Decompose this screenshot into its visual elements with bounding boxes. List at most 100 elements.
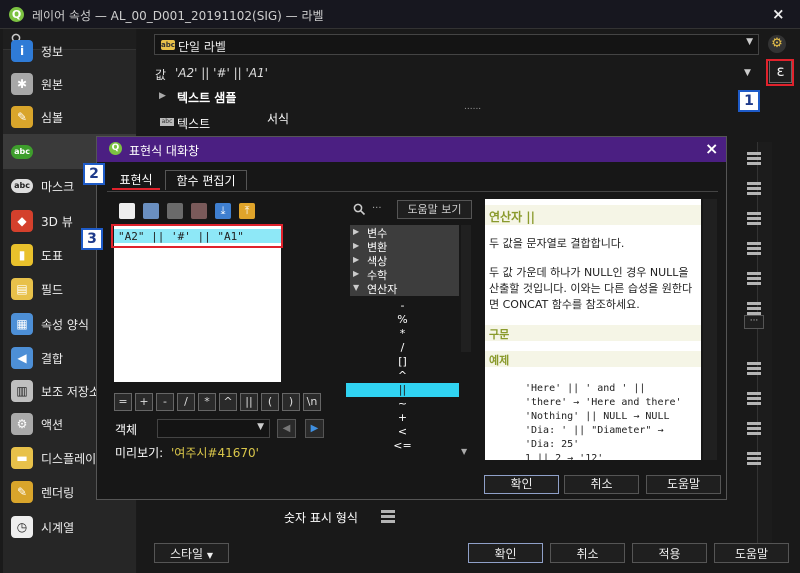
operator-item[interactable]: * — [346, 327, 459, 340]
expression-editor[interactable]: "A2" || '#' || "A1" — [114, 225, 281, 382]
expand-arrow-icon[interactable]: ▶ — [353, 255, 359, 264]
delete-icon[interactable] — [191, 203, 207, 219]
expand-arrow-icon[interactable]: ▶ — [353, 227, 359, 236]
window-close-button[interactable]: × — [772, 5, 785, 23]
operator-button[interactable]: * — [198, 393, 216, 411]
search-more[interactable]: ··· — [372, 203, 382, 214]
operator-item[interactable]: < — [346, 425, 459, 438]
info-icon: i — [11, 40, 33, 62]
previous-feature-button[interactable]: ◀ — [277, 419, 296, 438]
data-defined-override-icon[interactable] — [744, 419, 766, 435]
more-button[interactable]: ··· — [744, 315, 764, 329]
function-search-icon[interactable] — [353, 203, 366, 216]
expand-arrow-icon[interactable]: ▶ — [353, 269, 359, 278]
apply-button[interactable]: 적용 — [632, 543, 707, 563]
operator-item[interactable]: <= — [346, 439, 459, 452]
sidebar-item-label: 정보 — [41, 45, 64, 59]
brush-render-icon: ✎ — [11, 481, 33, 503]
ok-button[interactable]: 확인 — [468, 543, 543, 563]
text-row-label[interactable]: 텍스트 — [177, 115, 210, 132]
operator-item[interactable]: - — [346, 299, 459, 312]
collapse-arrow-icon[interactable]: ▼ — [353, 283, 359, 292]
gear-action-icon: ⚙ — [11, 413, 33, 435]
dialog-help-button[interactable]: 도움말 — [646, 475, 721, 494]
label-mode-combo[interactable]: abc 단일 라벨 ▼ — [154, 34, 759, 55]
sidebar-item-label: 마스크 — [41, 180, 75, 194]
qgis-logo-icon: Q — [9, 7, 24, 22]
sidebar-item-label: 시계열 — [41, 521, 75, 535]
value-expression[interactable]: 'A2' || '#' || 'A1' — [175, 66, 268, 80]
data-defined-override-icon[interactable] — [744, 269, 766, 285]
operator-item[interactable]: || — [346, 383, 459, 396]
object-label: 객체 — [115, 423, 138, 437]
sidebar-item-1[interactable]: i 정보 — [3, 33, 136, 68]
operator-button[interactable]: || — [240, 393, 258, 411]
text-sample-preview: ...... — [464, 102, 482, 112]
window-title: 레이어 속성 — AL_00_D001_20191102(SIG) — 라벨 — [32, 9, 324, 23]
data-defined-override-icon[interactable] — [744, 449, 766, 465]
value-dropdown-chevron-icon[interactable]: ▼ — [744, 68, 751, 78]
tree-scrollbar[interactable] — [461, 225, 471, 352]
sidebar-item-3[interactable]: ✎ 심볼 — [3, 99, 136, 134]
number-format-override-icon[interactable] — [378, 507, 400, 523]
sidebar-item-label: 심볼 — [41, 111, 64, 125]
operator-item[interactable]: ^ — [346, 369, 459, 382]
text-sample-header[interactable]: 텍스트 샘플 — [177, 89, 236, 106]
cancel-button[interactable]: 취소 — [550, 543, 625, 563]
style-button[interactable]: 스타일 ▼ — [154, 543, 229, 563]
operator-item[interactable]: [] — [346, 355, 459, 368]
annotation-underline-expression-tab — [112, 166, 156, 190]
operator-button[interactable]: ) — [282, 393, 300, 411]
dialog-close-button[interactable]: × — [705, 139, 718, 158]
operator-button[interactable]: + — [135, 393, 153, 411]
help-example: 'Nothing' || NULL → NULL — [525, 411, 670, 422]
sidebar-item-15[interactable]: ◷ 시계열 — [3, 509, 136, 544]
data-defined-override-icon[interactable] — [744, 179, 766, 195]
sidebar-item-2[interactable]: ✱ 원본 — [3, 66, 136, 101]
tree-scroll-down-icon[interactable]: ▼ — [461, 447, 471, 457]
dialog-ok-button[interactable]: 확인 — [484, 475, 559, 494]
operator-item[interactable]: ~ — [346, 397, 459, 410]
help-example: 'there' → 'Here and there' — [525, 397, 682, 408]
new-file-icon[interactable] — [119, 203, 135, 219]
data-defined-override-icon[interactable] — [744, 389, 766, 405]
edit-icon[interactable] — [167, 203, 183, 219]
export-icon[interactable]: ⤒ — [239, 203, 255, 219]
abc-label-icon: abc — [161, 40, 175, 50]
operator-button-row: = + - / * ^ ||() \n — [114, 393, 326, 411]
operator-button[interactable]: = — [114, 393, 132, 411]
expand-arrow-icon[interactable]: ▶ — [353, 241, 359, 250]
format-label: 서식 — [267, 112, 290, 126]
help-desc-1: 두 값을 문자열로 결합합니다. — [489, 237, 625, 250]
data-defined-override-icon[interactable] — [744, 239, 766, 255]
dialog-cancel-button[interactable]: 취소 — [564, 475, 639, 494]
operator-button[interactable]: / — [177, 393, 195, 411]
annotation-number-2: 2 — [83, 163, 105, 185]
object-combo[interactable]: ▼ — [157, 419, 270, 438]
function-group[interactable]: 연산자 — [367, 281, 397, 297]
operator-button[interactable]: ( — [261, 393, 279, 411]
data-defined-override-icon[interactable] — [744, 359, 766, 375]
tab-function-editor[interactable]: 함수 편집기 — [165, 170, 247, 190]
storage-icon: ▥ — [11, 380, 33, 402]
operator-button[interactable]: - — [156, 393, 174, 411]
help-scrollbar[interactable] — [703, 199, 717, 460]
next-feature-button[interactable]: ▶ — [305, 419, 324, 438]
operator-item[interactable]: + — [346, 411, 459, 424]
abc-text-icon: abc — [160, 118, 174, 126]
operator-button[interactable]: ^ — [219, 393, 237, 411]
operator-item[interactable]: % — [346, 313, 459, 326]
preview-value: '여주시#41670' — [171, 446, 259, 460]
data-defined-override-icon[interactable] — [744, 209, 766, 225]
import-icon[interactable]: ⤓ — [215, 203, 231, 219]
data-defined-override-icon[interactable] — [744, 149, 766, 165]
save-icon[interactable] — [143, 203, 159, 219]
help-button[interactable]: 도움말 — [714, 543, 789, 563]
gear-icon[interactable]: ⚙ — [768, 35, 786, 53]
operator-button[interactable]: \n — [303, 393, 321, 411]
expand-arrow-icon[interactable]: ▶ — [159, 91, 166, 101]
data-defined-override-icon[interactable] — [744, 299, 766, 315]
show-help-button[interactable]: 도움말 보기 — [397, 200, 472, 219]
main-scrollbar[interactable] — [757, 142, 772, 552]
operator-item[interactable]: / — [346, 341, 459, 354]
